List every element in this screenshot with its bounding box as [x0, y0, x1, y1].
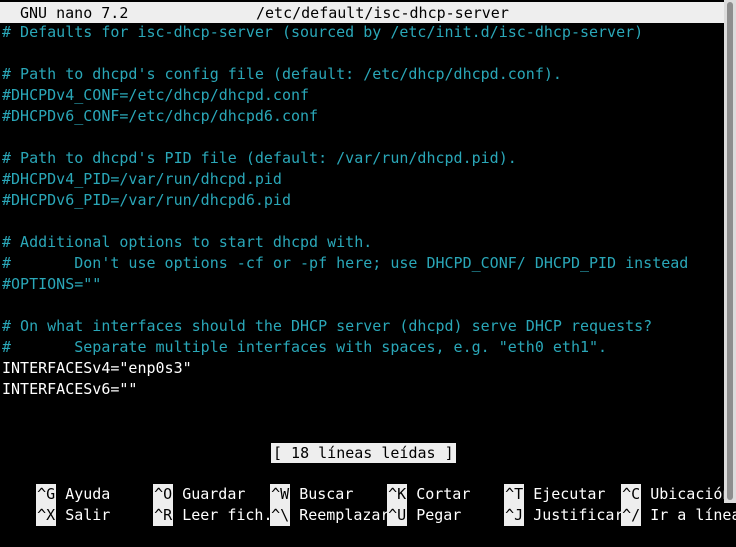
editor-line[interactable]: #OPTIONS="": [2, 274, 101, 295]
shortcut-key: ^U: [387, 505, 408, 526]
shortcut-help[interactable]: ^G Ayuda: [0, 463, 110, 505]
editor-line[interactable]: # On what interfaces should the DHCP ser…: [2, 316, 652, 337]
shortcut-key: ^R: [153, 505, 174, 526]
shortcut-label: Ir a línea: [650, 506, 736, 524]
shortcut-search[interactable]: ^W Buscar: [234, 463, 353, 505]
shortcut-key: ^X: [36, 505, 57, 526]
status-message: [ 18 líneas leídas ]: [271, 443, 456, 463]
shortcut-label: Pegar: [416, 506, 462, 524]
editor-line[interactable]: # Additional options to start dhcpd with…: [2, 232, 372, 253]
shortcut-paste[interactable]: ^U Pegar: [351, 484, 461, 526]
shortcut-save[interactable]: ^O Guardar: [117, 463, 245, 505]
editor-line[interactable]: # Don't use options -cf or -pf here; use…: [2, 253, 688, 274]
editor-line[interactable]: #DHCPDv6_CONF=/etc/dhcp/dhcpd6.conf: [2, 106, 318, 127]
shortcut-exit[interactable]: ^X Salir: [0, 484, 110, 526]
scrollbar-thumb[interactable]: [727, 2, 733, 500]
editor-line[interactable]: #DHCPDv6_PID=/var/run/dhcpd6.pid: [2, 190, 291, 211]
editor-line[interactable]: # Path to dhcpd's PID file (default: /va…: [2, 148, 517, 169]
shortcut-key: ^\: [270, 505, 291, 526]
file-path: /etc/default/isc-dhcp-server: [256, 4, 509, 22]
editor-name: GNU nano 7.2: [20, 4, 129, 22]
editor-line[interactable]: # Defaults for isc-dhcp-server (sourced …: [2, 22, 643, 43]
title-bar: GNU nano 7.2 /etc/default/isc-dhcp-serve…: [0, 2, 724, 23]
editor-line[interactable]: INTERFACESv6="": [2, 379, 137, 400]
shortcut-go-to-line[interactable]: ^/ Ir a línea: [585, 484, 736, 526]
shortcut-location[interactable]: ^C Ubicación: [585, 463, 731, 505]
shortcut-key: ^/: [621, 505, 642, 526]
shortcut-label: Salir: [65, 506, 111, 524]
editor-line[interactable]: # Separate multiple interfaces with spac…: [2, 337, 607, 358]
editor-line[interactable]: # Path to dhcpd's config file (default: …: [2, 64, 562, 85]
terminal-screen[interactable]: GNU nano 7.2 /etc/default/isc-dhcp-serve…: [0, 0, 736, 526]
editor-line[interactable]: #DHCPDv4_CONF=/etc/dhcp/dhcpd.conf: [2, 85, 309, 106]
shortcut-cut[interactable]: ^K Cortar: [351, 463, 470, 505]
shortcut-key: ^J: [504, 505, 525, 526]
vertical-scrollbar[interactable]: [724, 0, 736, 503]
editor-line[interactable]: INTERFACESv4="enp0s3": [2, 358, 192, 379]
editor-line[interactable]: #DHCPDv4_PID=/var/run/dhcpd.pid: [2, 169, 282, 190]
